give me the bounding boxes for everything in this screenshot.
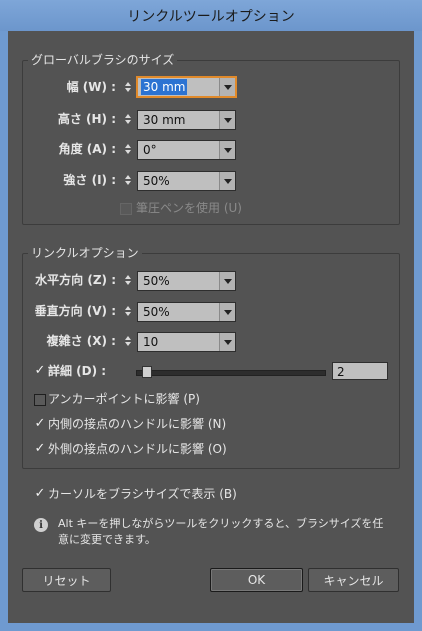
horizontal-combobox[interactable]: 50% (137, 271, 236, 291)
dropdown-arrow-icon[interactable] (219, 272, 235, 290)
affect-in-handles-checkbox[interactable] (34, 418, 46, 430)
spinner-up-icon (125, 306, 131, 310)
dropdown-arrow-icon[interactable] (219, 141, 235, 159)
dropdown-arrow-icon[interactable] (219, 172, 235, 190)
brush-size-group-title: グローバルブラシのサイズ (28, 53, 178, 67)
spinner-up-icon (125, 336, 131, 340)
detail-label: 詳細 (D) : (48, 364, 107, 378)
vertical-spinner[interactable] (121, 301, 135, 321)
dialog-body: グローバルブラシのサイズ 幅 (W) : 30 mm 高さ (H) : 30 m… (8, 31, 414, 623)
spinner-up-icon (125, 82, 131, 86)
show-brush-size-label: カーソルをブラシサイズで表示 (B) (48, 487, 237, 501)
info-icon: i (34, 518, 48, 532)
reset-button[interactable]: リセット (22, 568, 111, 592)
vertical-combobox[interactable]: 50% (137, 302, 236, 322)
detail-slider-track[interactable] (136, 370, 326, 376)
spinner-down-icon (125, 150, 131, 154)
height-combobox[interactable]: 30 mm (137, 110, 236, 130)
spinner-up-icon (125, 175, 131, 179)
spinner-down-icon (125, 312, 131, 316)
ok-button[interactable]: OK (210, 568, 303, 592)
detail-value-field[interactable]: 2 (332, 362, 388, 380)
width-spinner[interactable] (121, 77, 135, 97)
complexity-spinner[interactable] (121, 331, 135, 351)
complexity-combobox[interactable]: 10 (137, 332, 236, 352)
vertical-value[interactable]: 50% (141, 304, 172, 320)
width-combobox[interactable]: 30 mm (137, 77, 236, 97)
affect-out-handles-label: 外側の接点のハンドルに影響 (O) (48, 442, 227, 456)
angle-combobox[interactable]: 0° (137, 140, 236, 160)
intensity-label: 強さ (I) : (63, 173, 116, 187)
height-value[interactable]: 30 mm (141, 112, 187, 128)
use-pressure-pen-label: 筆圧ペンを使用 (U) (136, 201, 242, 215)
affect-out-handles-checkbox[interactable] (34, 443, 46, 455)
width-value[interactable]: 30 mm (141, 79, 188, 95)
width-label: 幅 (W) : (66, 80, 116, 94)
spinner-down-icon (125, 342, 131, 346)
complexity-value[interactable]: 10 (141, 334, 160, 350)
spinner-up-icon (125, 275, 131, 279)
detail-slider-thumb[interactable] (142, 366, 152, 378)
angle-value[interactable]: 0° (141, 142, 159, 158)
spinner-down-icon (125, 281, 131, 285)
height-label: 高さ (H) : (57, 112, 116, 126)
dropdown-arrow-icon[interactable] (219, 303, 235, 321)
affect-anchor-label: アンカーポイントに影響 (P) (48, 392, 200, 406)
window-title: リンクルツールオプション (127, 8, 295, 25)
horizontal-value[interactable]: 50% (141, 273, 172, 289)
affect-anchor-checkbox[interactable] (34, 394, 46, 406)
wrinkle-options-group-title: リンクルオプション (28, 246, 142, 260)
intensity-combobox[interactable]: 50% (137, 171, 236, 191)
intensity-spinner[interactable] (121, 170, 135, 190)
info-note: Alt キーを押しながらツールをクリックすると、ブラシサイズを任意に変更できます… (58, 517, 384, 546)
angle-label: 角度 (A) : (58, 142, 116, 156)
vertical-label: 垂直方向 (V) : (34, 304, 116, 318)
dropdown-arrow-icon[interactable] (219, 333, 235, 351)
show-brush-size-checkbox[interactable] (34, 488, 46, 500)
height-spinner[interactable] (121, 109, 135, 129)
cancel-button[interactable]: キャンセル (308, 568, 399, 592)
affect-in-handles-label: 内側の接点のハンドルに影響 (N) (48, 417, 227, 431)
window-title-bar: リンクルツールオプション (0, 0, 422, 31)
angle-spinner[interactable] (121, 139, 135, 159)
detail-checkbox[interactable] (34, 365, 46, 377)
dropdown-arrow-icon[interactable] (219, 78, 235, 96)
spinner-down-icon (125, 120, 131, 124)
spinner-down-icon (125, 88, 131, 92)
spinner-up-icon (125, 144, 131, 148)
intensity-value[interactable]: 50% (141, 173, 172, 189)
spinner-up-icon (125, 114, 131, 118)
dropdown-arrow-icon[interactable] (219, 111, 235, 129)
spinner-down-icon (125, 181, 131, 185)
complexity-label: 複雑さ (X) : (46, 334, 116, 348)
horizontal-label: 水平方向 (Z) : (35, 273, 116, 287)
horizontal-spinner[interactable] (121, 270, 135, 290)
use-pressure-pen-checkbox[interactable] (120, 203, 132, 215)
